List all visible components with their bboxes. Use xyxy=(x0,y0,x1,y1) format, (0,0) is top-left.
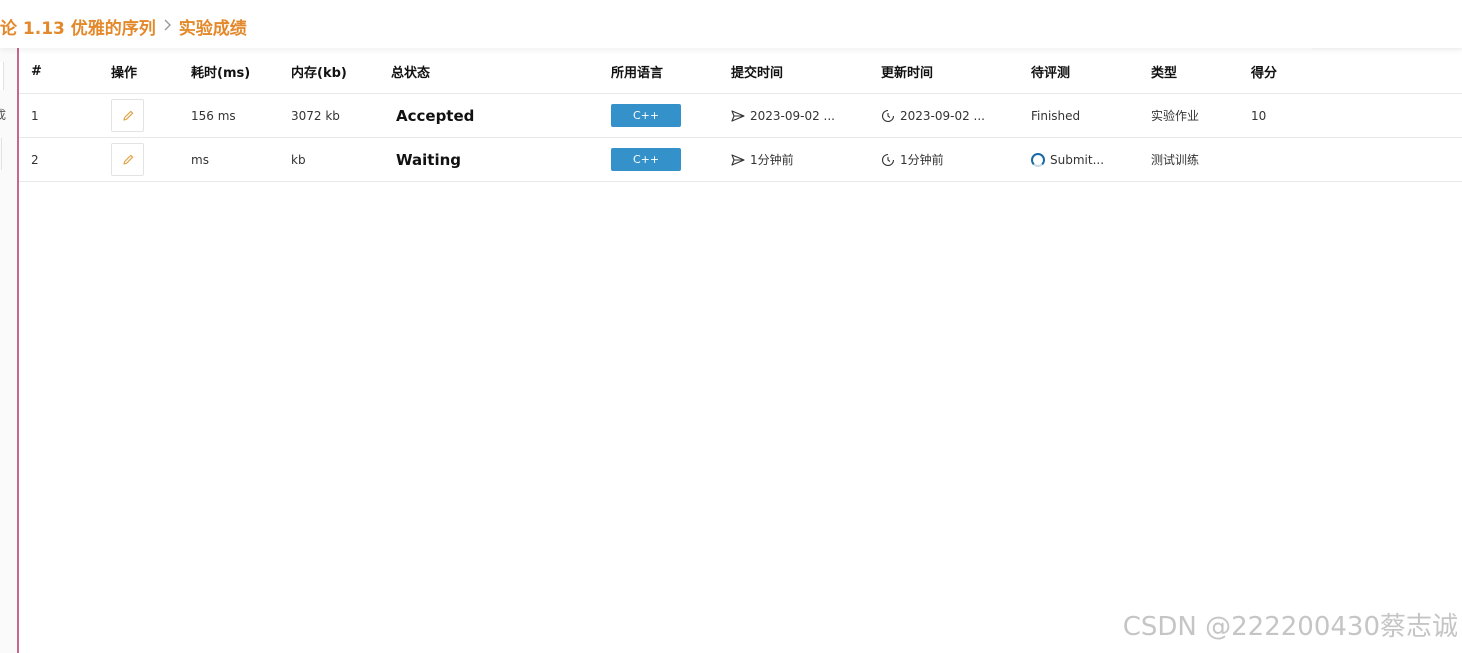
chevron-right-icon xyxy=(163,17,172,36)
pencil-icon xyxy=(122,154,133,165)
row-submit-time: 2023-09-02 ... xyxy=(750,108,835,123)
language-tag[interactable]: C++ xyxy=(611,148,681,171)
sidebar-tab[interactable] xyxy=(0,62,4,90)
row-memory: 3072 kb xyxy=(291,108,340,123)
send-icon xyxy=(731,109,745,123)
breadcrumb: 论 1.13 优雅的序列 实验成绩 xyxy=(0,14,247,39)
col-header-memory: 内存(kb) xyxy=(291,66,347,81)
col-header-judge: 待评测 xyxy=(1031,66,1071,81)
col-header-time: 耗时(ms) xyxy=(191,66,251,81)
row-submit-time-cell: 1分钟前 xyxy=(731,138,794,181)
row-score: 10 xyxy=(1251,108,1267,123)
row-judge: Finished xyxy=(1031,108,1081,123)
row-update-time-cell: 2023-09-02 ... xyxy=(881,94,985,137)
loading-spinner-icon xyxy=(1031,152,1045,167)
row-judge-cell: Submit... xyxy=(1031,138,1104,181)
col-header-submit-time: 提交时间 xyxy=(731,66,784,81)
row-type: 实验作业 xyxy=(1151,109,1200,123)
row-language-cell: C++ xyxy=(611,94,681,137)
col-header-action: 操作 xyxy=(111,66,138,81)
breadcrumb-current: 实验成绩 xyxy=(178,18,247,39)
top-bar: 论 1.13 优雅的序列 实验成绩 xyxy=(0,0,1462,48)
row-type: 测试训练 xyxy=(1151,153,1200,167)
row-action-cell xyxy=(111,138,144,181)
pencil-icon xyxy=(122,110,133,121)
row-update-time-cell: 1分钟前 xyxy=(881,138,944,181)
col-header-language: 所用语言 xyxy=(611,66,664,81)
table-row: 1 156 ms 3072 kb Accepted C++ 2023-09-02… xyxy=(19,94,1462,138)
sidebar-tab[interactable] xyxy=(0,138,2,170)
edit-button[interactable] xyxy=(111,99,144,132)
send-icon xyxy=(731,153,745,167)
submissions-table: # 操作 耗时(ms) 内存(kb) 总状态 所用语言 提交时间 更新时间 待评… xyxy=(19,50,1462,182)
clock-icon xyxy=(881,153,895,167)
col-header-status: 总状态 xyxy=(391,66,431,81)
row-update-time: 2023-09-02 ... xyxy=(900,108,985,123)
col-header-score: 得分 xyxy=(1251,66,1278,81)
table-row: 2 ms kb Waiting C++ 1分钟前 1分钟前 Submit... … xyxy=(19,138,1462,182)
row-submit-time: 1分钟前 xyxy=(750,153,794,167)
language-tag[interactable]: C++ xyxy=(611,104,681,127)
col-header-type: 类型 xyxy=(1151,66,1178,81)
col-header-update-time: 更新时间 xyxy=(881,66,934,81)
row-id: 1 xyxy=(31,108,39,123)
row-memory: kb xyxy=(291,152,306,167)
clock-icon xyxy=(881,109,895,123)
row-judge: Submit... xyxy=(1050,152,1105,167)
table-header: # 操作 耗时(ms) 内存(kb) 总状态 所用语言 提交时间 更新时间 待评… xyxy=(19,50,1462,94)
row-language-cell: C++ xyxy=(611,138,681,181)
row-time: ms xyxy=(191,152,209,167)
row-update-time: 1分钟前 xyxy=(900,153,944,167)
col-header-id: # xyxy=(31,64,42,79)
edit-button[interactable] xyxy=(111,143,144,176)
row-submit-time-cell: 2023-09-02 ... xyxy=(731,94,835,137)
row-status[interactable]: Waiting xyxy=(396,138,461,181)
breadcrumb-problem[interactable]: 论 1.13 优雅的序列 xyxy=(0,14,156,39)
row-status[interactable]: Accepted xyxy=(396,94,474,137)
row-time: 156 ms xyxy=(191,108,236,123)
sidebar-cut-label: 成 xyxy=(0,108,7,122)
row-id: 2 xyxy=(31,152,39,167)
left-sidebar: 成 xyxy=(0,48,17,653)
row-action-cell xyxy=(111,94,144,137)
watermark: CSDN @222200430蔡志诚 xyxy=(1122,612,1458,642)
